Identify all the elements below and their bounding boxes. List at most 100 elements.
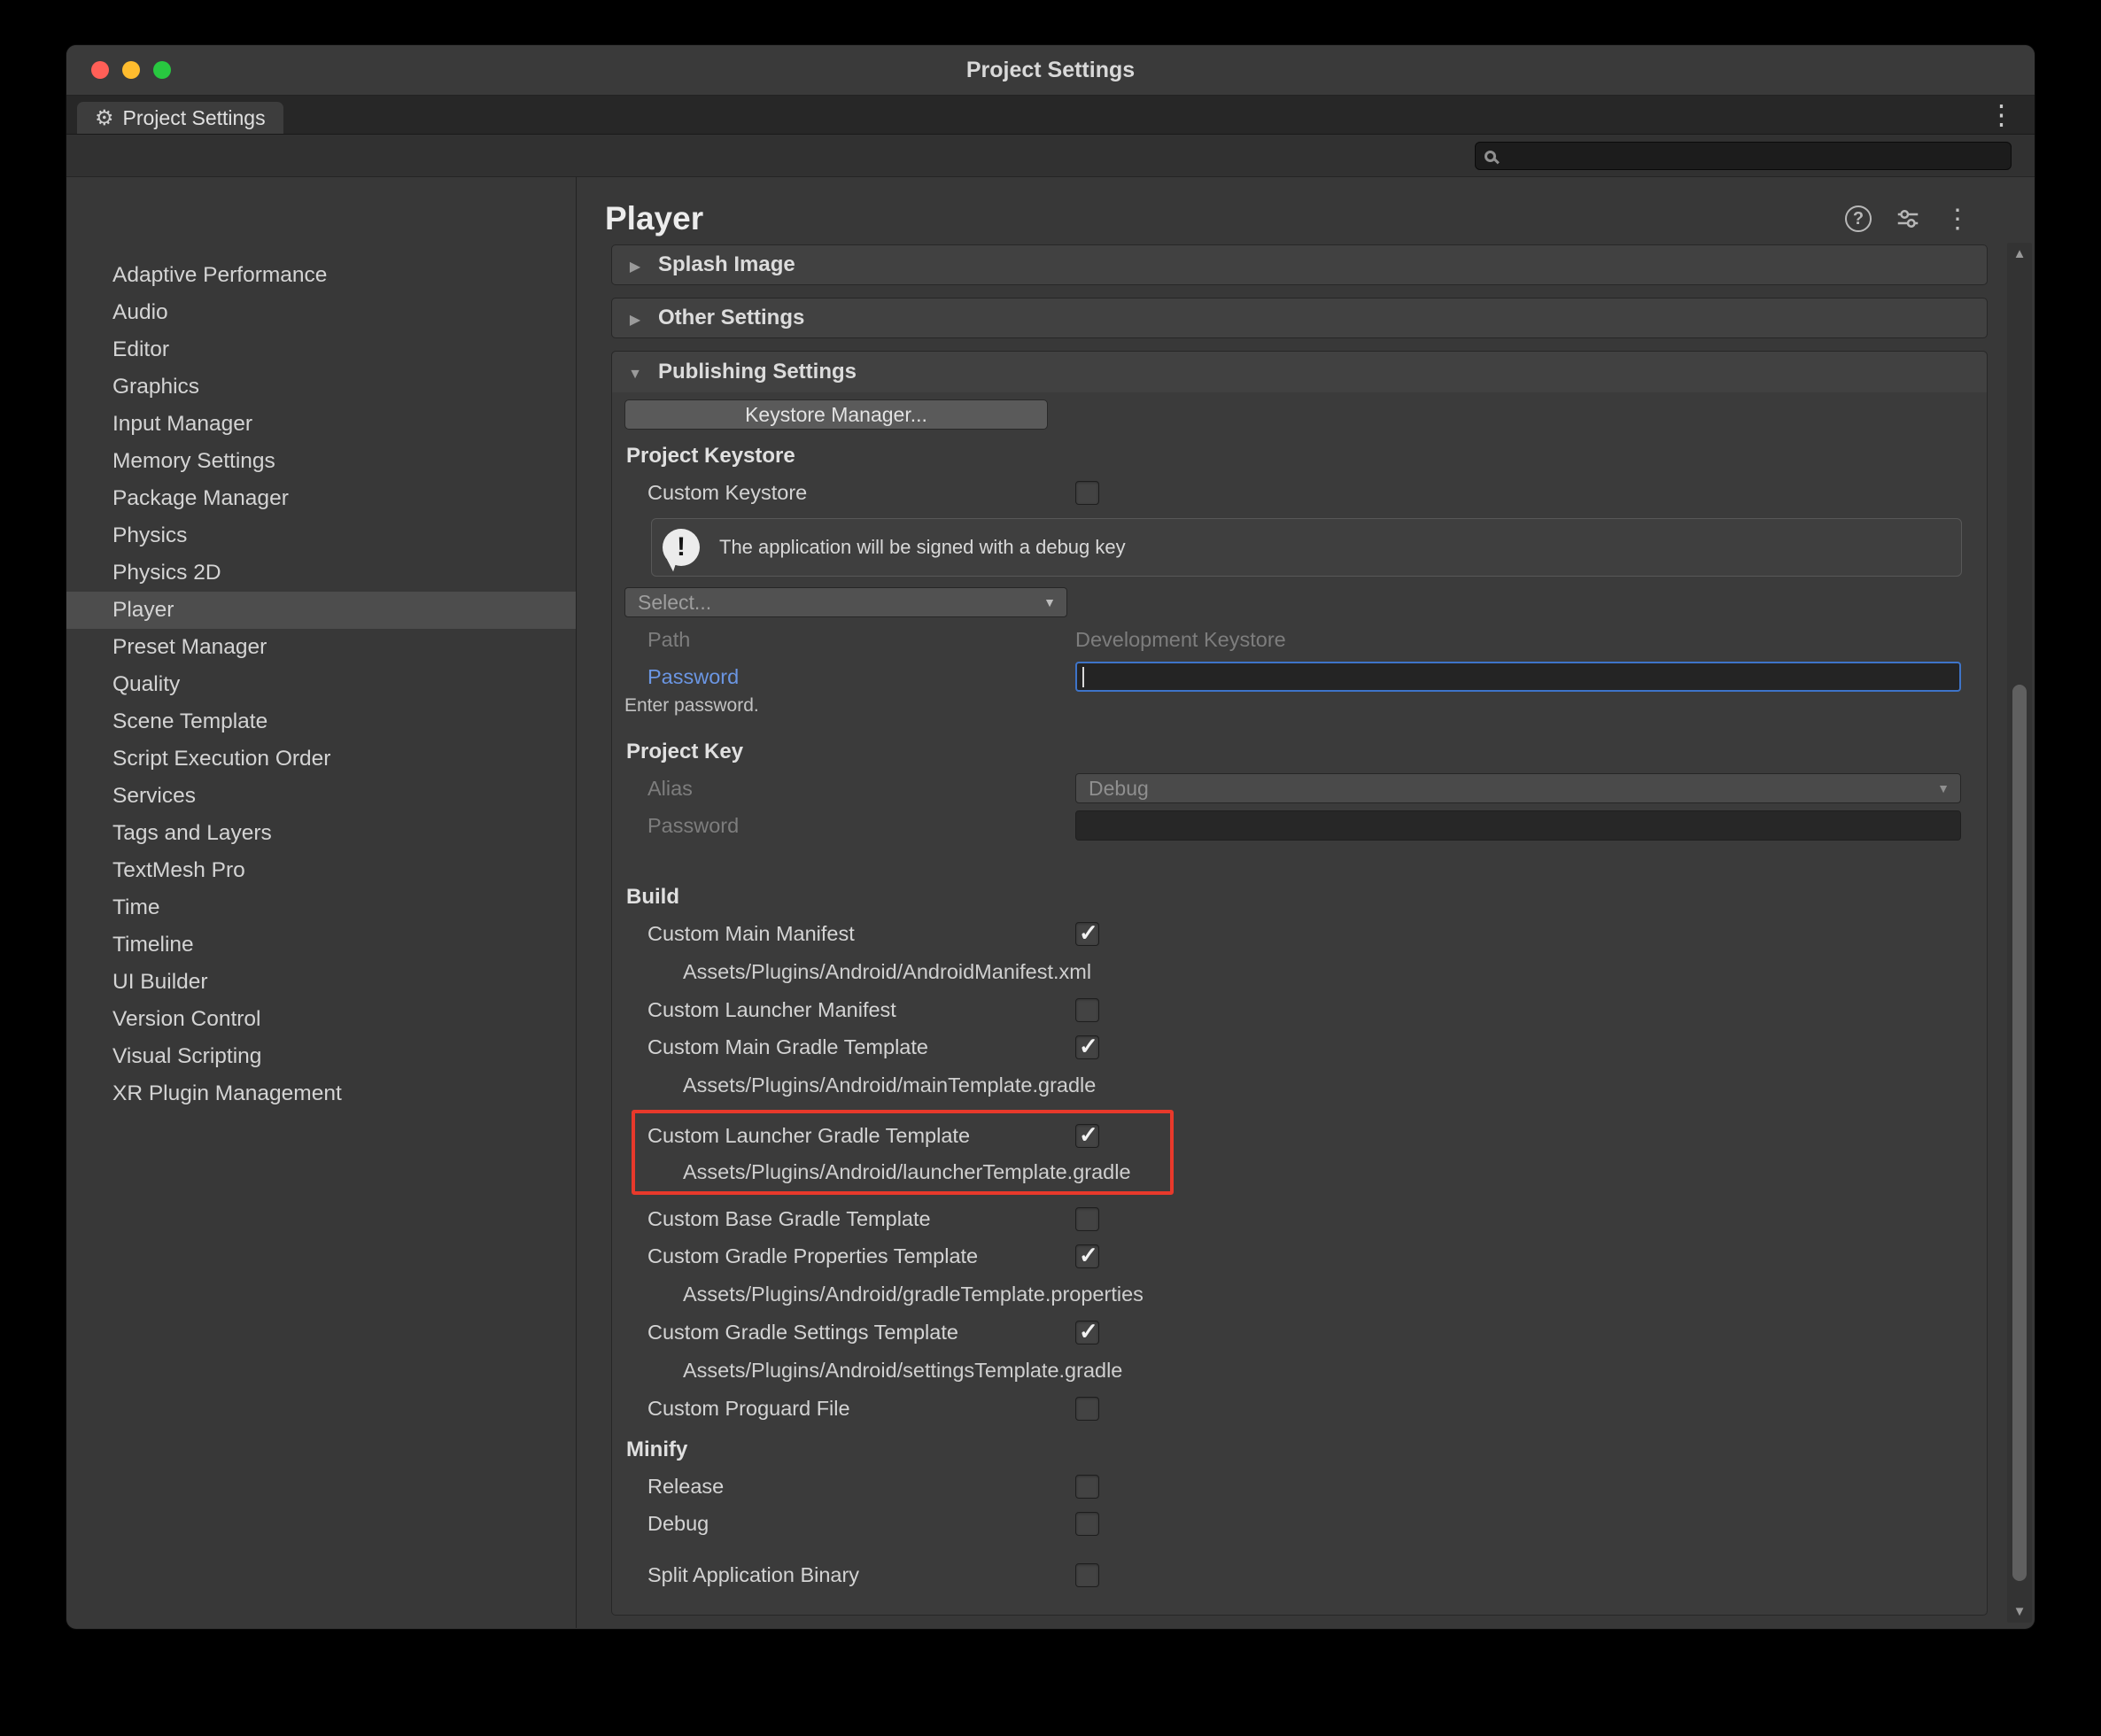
keystore-password-input[interactable]: [1075, 662, 1961, 692]
tab-bar-menu-icon[interactable]: ⋮: [1988, 99, 2015, 131]
keystore-select-dropdown[interactable]: Select...: [624, 587, 1067, 617]
window-titlebar[interactable]: Project Settings: [66, 45, 2035, 96]
sidebar-item-tags-and-layers[interactable]: Tags and Layers: [66, 815, 576, 852]
search-input[interactable]: [1475, 142, 2012, 170]
sidebar-item-scene-template[interactable]: Scene Template: [66, 703, 576, 740]
dropdown-placeholder: Select...: [638, 591, 711, 615]
sidebar-item-input-manager[interactable]: Input Manager: [66, 406, 576, 443]
sidebar-item-physics-2d[interactable]: Physics 2D: [66, 554, 576, 592]
main-template-path: Assets/Plugins/Android/mainTemplate.grad…: [612, 1066, 1987, 1104]
sidebar-item-timeline[interactable]: Timeline: [66, 926, 576, 964]
custom-proguard-file-checkbox[interactable]: [1075, 1397, 1099, 1421]
foldout-splash-image[interactable]: Splash Image: [611, 244, 1988, 285]
sidebar-item-preset-manager[interactable]: Preset Manager: [66, 629, 576, 666]
sidebar-item-ui-builder[interactable]: UI Builder: [66, 964, 576, 1001]
page-title: Player: [605, 200, 1822, 237]
custom-gradle-settings-template-checkbox[interactable]: [1075, 1321, 1099, 1345]
info-exclamation-icon: !: [663, 529, 700, 566]
minify-heading: Minify: [612, 1436, 1987, 1464]
build-row: Custom Gradle Properties Template: [612, 1237, 1987, 1275]
chevron-right-icon: [626, 306, 644, 330]
sidebar-item-physics[interactable]: Physics: [66, 517, 576, 554]
project-settings-window: Project Settings ⚙ Project Settings ⋮ Ad…: [66, 44, 2035, 1630]
scroll-up-arrow[interactable]: ▲: [2007, 246, 2032, 261]
custom-launcher-manifest-label: Custom Launcher Manifest: [647, 998, 1075, 1022]
sidebar-item-textmesh-pro[interactable]: TextMesh Pro: [66, 852, 576, 889]
build-row: Custom Gradle Settings Template: [612, 1314, 1987, 1351]
minimize-window-button[interactable]: [122, 61, 140, 79]
sidebar-item-time[interactable]: Time: [66, 889, 576, 926]
scroll-down-arrow[interactable]: ▼: [2007, 1604, 2032, 1619]
development-keystore-label: Development Keystore: [1075, 628, 1286, 652]
settings-template-path: Assets/Plugins/Android/settingsTemplate.…: [612, 1351, 1987, 1390]
debug-key-info-box: ! The application will be signed with a …: [651, 518, 1962, 577]
tab-bar: ⚙ Project Settings ⋮: [66, 96, 2035, 135]
custom-keystore-label: Custom Keystore: [647, 481, 1075, 505]
chevron-down-icon: [626, 360, 644, 384]
sidebar-item-version-control[interactable]: Version Control: [66, 1001, 576, 1038]
traffic-lights: [91, 45, 171, 95]
alias-label: Alias: [647, 777, 1075, 801]
sidebar-item-editor[interactable]: Editor: [66, 331, 576, 368]
key-password-row: Password: [612, 807, 1987, 844]
keystore-password-row: Password: [612, 658, 1987, 695]
sidebar-item-audio[interactable]: Audio: [66, 294, 576, 331]
debug-label: Debug: [647, 1512, 1075, 1536]
custom-launcher-gradle-template-checkbox[interactable]: [1075, 1124, 1099, 1148]
tab-project-settings[interactable]: ⚙ Project Settings: [77, 102, 283, 134]
help-icon[interactable]: ?: [1845, 205, 1872, 232]
custom-main-gradle-template-checkbox[interactable]: [1075, 1035, 1099, 1059]
sidebar-item-quality[interactable]: Quality: [66, 666, 576, 703]
custom-launcher-manifest-checkbox[interactable]: [1075, 998, 1099, 1022]
foldout-publishing-settings[interactable]: Publishing Settings: [612, 352, 1987, 392]
sidebar-item-adaptive-performance[interactable]: Adaptive Performance: [66, 257, 576, 294]
project-keystore-heading: Project Keystore: [612, 442, 1987, 470]
build-row: Custom Launcher Gradle Template: [635, 1117, 1170, 1154]
keystore-path-row: Path Development Keystore: [612, 621, 1987, 658]
publishing-settings-section: Publishing Settings Keystore Manager... …: [611, 351, 1988, 1616]
minify-row: Release: [612, 1468, 1987, 1505]
sidebar-item-graphics[interactable]: Graphics: [66, 368, 576, 406]
vertical-scrollbar[interactable]: ▲ ▼: [2007, 243, 2032, 1623]
keystore-manager-button[interactable]: Keystore Manager...: [624, 399, 1048, 430]
custom-keystore-checkbox[interactable]: [1075, 481, 1099, 505]
minify-row: Debug: [612, 1505, 1987, 1542]
build-row: Custom Launcher Manifest: [612, 991, 1987, 1028]
project-key-heading: Project Key: [612, 738, 1987, 766]
debug-checkbox[interactable]: [1075, 1512, 1099, 1536]
chevron-down-icon: [1043, 588, 1056, 616]
preset-icon[interactable]: [1895, 205, 1921, 232]
enter-password-hint: Enter password.: [612, 695, 1987, 717]
close-window-button[interactable]: [91, 61, 109, 79]
sidebar-item-package-manager[interactable]: Package Manager: [66, 480, 576, 517]
build-row: Custom Proguard File: [612, 1390, 1987, 1427]
keystore-select-row: Select...: [624, 587, 1987, 617]
scrollbar-thumb[interactable]: [2012, 685, 2027, 1582]
custom-main-manifest-checkbox[interactable]: [1075, 922, 1099, 946]
sidebar-item-memory-settings[interactable]: Memory Settings: [66, 443, 576, 480]
key-password-label: Password: [647, 814, 1075, 838]
more-options-icon[interactable]: ⋮: [1944, 204, 1971, 235]
custom-proguard-file-label: Custom Proguard File: [647, 1397, 1075, 1421]
sidebar-item-services[interactable]: Services: [66, 778, 576, 815]
alias-dropdown[interactable]: Debug: [1075, 773, 1961, 803]
sidebar-item-script-execution-order[interactable]: Script Execution Order: [66, 740, 576, 778]
foldout-label: Publishing Settings: [658, 360, 857, 384]
launcher-template-path: Assets/Plugins/Android/launcherTemplate.…: [635, 1154, 1170, 1190]
sidebar-item-xr-plugin-management[interactable]: XR Plugin Management: [66, 1075, 576, 1112]
custom-gradle-properties-template-checkbox[interactable]: [1075, 1244, 1099, 1268]
key-password-input[interactable]: [1075, 810, 1961, 841]
split-application-binary-checkbox[interactable]: [1075, 1563, 1099, 1587]
split-application-binary-label: Split Application Binary: [647, 1563, 1075, 1587]
info-text: The application will be signed with a de…: [719, 536, 1126, 559]
sidebar-item-player[interactable]: Player: [66, 592, 576, 629]
zoom-window-button[interactable]: [153, 61, 171, 79]
foldout-other-settings[interactable]: Other Settings: [611, 298, 1988, 338]
alias-value: Debug: [1089, 777, 1149, 801]
settings-scroll-area: Splash Image Other Settings Publishing S…: [577, 243, 2035, 1616]
window-title: Project Settings: [966, 58, 1135, 83]
release-checkbox[interactable]: [1075, 1475, 1099, 1499]
custom-base-gradle-template-checkbox[interactable]: [1075, 1207, 1099, 1231]
sidebar-item-visual-scripting[interactable]: Visual Scripting: [66, 1038, 576, 1075]
build-row: Custom Main Gradle Template: [612, 1028, 1987, 1066]
